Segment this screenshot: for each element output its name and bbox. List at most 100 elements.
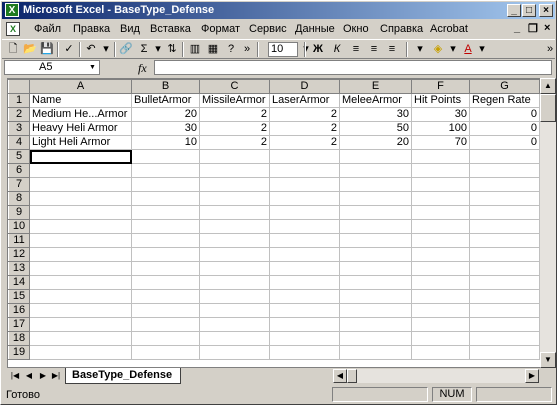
- cell[interactable]: [29, 177, 132, 192]
- maximize-button[interactable]: □: [522, 4, 536, 17]
- cell[interactable]: [339, 219, 412, 234]
- cell[interactable]: [29, 163, 132, 178]
- formula-input[interactable]: [154, 60, 552, 75]
- menu-data[interactable]: Данные: [295, 23, 335, 35]
- row-header[interactable]: 6: [8, 163, 30, 178]
- cell[interactable]: [131, 177, 200, 192]
- menu-tools[interactable]: Сервис: [249, 23, 287, 35]
- toolbar-more-icon[interactable]: »: [542, 42, 557, 57]
- cell[interactable]: [469, 177, 540, 192]
- name-box[interactable]: A5 ▼: [4, 60, 100, 75]
- spelling-icon[interactable]: ✓: [61, 42, 77, 57]
- column-header-a[interactable]: A: [29, 79, 132, 94]
- cell[interactable]: [339, 345, 412, 360]
- cell[interactable]: [199, 149, 270, 164]
- cell[interactable]: 30: [131, 121, 200, 136]
- cell[interactable]: [469, 317, 540, 332]
- cell[interactable]: [411, 149, 470, 164]
- cell[interactable]: [469, 219, 540, 234]
- menu-help[interactable]: Справка: [380, 23, 423, 35]
- row-header[interactable]: 10: [8, 219, 30, 234]
- cell[interactable]: [131, 247, 200, 262]
- cell[interactable]: [411, 317, 470, 332]
- cell[interactable]: [411, 289, 470, 304]
- prev-sheet-icon[interactable]: ◀: [23, 370, 35, 382]
- row-header[interactable]: 11: [8, 233, 30, 248]
- cell[interactable]: [131, 191, 200, 206]
- cell[interactable]: [131, 261, 200, 276]
- column-header-e[interactable]: E: [339, 79, 412, 94]
- menu-file[interactable]: Файл: [34, 23, 61, 35]
- minimize-button[interactable]: _: [507, 4, 521, 17]
- row-header[interactable]: 9: [8, 205, 30, 220]
- cell[interactable]: [269, 149, 340, 164]
- sheet-tab-basetype-defense[interactable]: BaseType_Defense: [65, 368, 182, 384]
- row-header[interactable]: 5: [8, 149, 30, 164]
- cell[interactable]: [339, 317, 412, 332]
- cell[interactable]: [269, 261, 340, 276]
- cell[interactable]: [29, 331, 132, 346]
- cell[interactable]: [269, 345, 340, 360]
- align-right-icon[interactable]: ≡: [384, 42, 400, 57]
- row-header[interactable]: 7: [8, 177, 30, 192]
- cell[interactable]: [469, 289, 540, 304]
- cell[interactable]: [469, 275, 540, 290]
- doc-restore-button[interactable]: ❐: [528, 22, 538, 35]
- menu-window[interactable]: Окно: [343, 23, 369, 35]
- cell[interactable]: [131, 289, 200, 304]
- column-header-b[interactable]: B: [131, 79, 200, 94]
- cell[interactable]: [199, 247, 270, 262]
- select-all-corner[interactable]: [8, 79, 30, 94]
- excel-app-icon[interactable]: X: [5, 3, 19, 17]
- row-header[interactable]: 13: [8, 261, 30, 276]
- cell[interactable]: [199, 205, 270, 220]
- cell[interactable]: [29, 317, 132, 332]
- cell[interactable]: Medium He...Armor: [29, 107, 132, 122]
- cell[interactable]: [29, 205, 132, 220]
- cell[interactable]: MeleeArmor: [339, 93, 412, 108]
- cell[interactable]: [199, 219, 270, 234]
- cell[interactable]: [469, 247, 540, 262]
- cell[interactable]: Light Heli Armor: [29, 135, 132, 150]
- cell[interactable]: [469, 233, 540, 248]
- doc-close-button[interactable]: ×: [544, 22, 550, 34]
- cell[interactable]: [131, 317, 200, 332]
- cell[interactable]: [269, 233, 340, 248]
- cell[interactable]: [199, 275, 270, 290]
- cell[interactable]: 0: [469, 107, 540, 122]
- last-sheet-icon[interactable]: ▶|: [50, 370, 62, 382]
- cell[interactable]: 30: [411, 107, 470, 122]
- save-icon[interactable]: 💾: [39, 42, 55, 57]
- cell[interactable]: [29, 345, 132, 360]
- cell[interactable]: [411, 345, 470, 360]
- cell[interactable]: [339, 191, 412, 206]
- menu-insert[interactable]: Вставка: [150, 23, 191, 35]
- cell[interactable]: [339, 149, 412, 164]
- borders-dropdown-icon[interactable]: ▾: [412, 42, 428, 57]
- cell[interactable]: [199, 177, 270, 192]
- help-icon[interactable]: ?: [223, 42, 239, 57]
- menu-acrobat[interactable]: Acrobat: [430, 23, 468, 35]
- cell[interactable]: 2: [269, 107, 340, 122]
- cell[interactable]: [469, 345, 540, 360]
- cell[interactable]: 0: [469, 135, 540, 150]
- cell[interactable]: [411, 163, 470, 178]
- cell[interactable]: [411, 177, 470, 192]
- cell[interactable]: [29, 303, 132, 318]
- cell[interactable]: Name: [29, 93, 132, 108]
- column-header-c[interactable]: C: [199, 79, 270, 94]
- cell[interactable]: [269, 331, 340, 346]
- menu-edit[interactable]: Правка: [73, 23, 110, 35]
- hyperlink-icon[interactable]: 🔗: [118, 42, 134, 57]
- row-header[interactable]: 17: [8, 317, 30, 332]
- scroll-up-icon[interactable]: ▲: [540, 78, 556, 94]
- first-sheet-icon[interactable]: |◀: [9, 370, 21, 382]
- cell[interactable]: 2: [199, 121, 270, 136]
- cell[interactable]: 70: [411, 135, 470, 150]
- horizontal-scroll-thumb[interactable]: [347, 369, 357, 383]
- fill-color-icon[interactable]: ◈: [430, 42, 446, 57]
- row-header[interactable]: 19: [8, 345, 30, 360]
- vertical-scrollbar[interactable]: ▲ ▼: [540, 78, 556, 368]
- cell[interactable]: Regen Rate: [469, 93, 540, 108]
- cell[interactable]: [131, 303, 200, 318]
